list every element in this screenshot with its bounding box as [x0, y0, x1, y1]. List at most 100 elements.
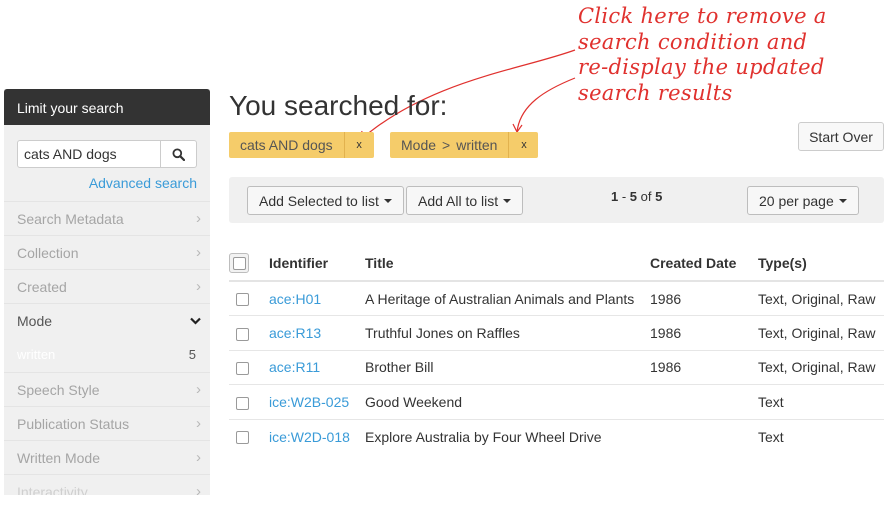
facet-interactivity[interactable]: Interactivity › [4, 474, 210, 495]
facet-written-mode[interactable]: Written Mode › [4, 440, 210, 474]
range-of: of [637, 189, 656, 204]
constraint-value: written [456, 137, 498, 153]
select-all-cell [229, 246, 269, 282]
add-selected-to-list-button[interactable]: Add Selected to list [247, 186, 404, 215]
annotation-arrow-2 [516, 77, 576, 133]
constraint-chip-mode: Mode > written x [390, 132, 539, 158]
caret-down-icon [838, 198, 847, 203]
row-checkbox[interactable] [236, 293, 249, 307]
identifier-link[interactable]: ace:R13 [269, 325, 321, 341]
chevron-down-icon [190, 317, 201, 325]
range-end: 5 [629, 189, 638, 204]
row-created [650, 384, 758, 420]
constraint-label[interactable]: Mode > written [390, 132, 508, 158]
row-title: Good Weekend [365, 384, 650, 420]
facet-publication-status[interactable]: Publication Status › [4, 406, 210, 440]
per-page-label: 20 per page [759, 192, 834, 209]
search-input[interactable] [17, 140, 161, 168]
facet-label: Search Metadata [17, 210, 124, 227]
annotation-line: search condition and [578, 29, 808, 54]
chevron-right-icon: › [196, 244, 201, 261]
start-over-button[interactable]: Start Over [798, 122, 884, 151]
row-checkbox[interactable] [236, 396, 249, 410]
button-label: Add All to list [418, 192, 499, 209]
results-table: Identifier Title Created Date Type(s) ac… [229, 246, 884, 454]
row-checkbox[interactable] [236, 362, 249, 376]
table-row: ace:R13 Truthful Jones on Raffles 1986 T… [229, 315, 884, 351]
row-types: Text, Original, Raw [758, 281, 884, 316]
column-header-identifier[interactable]: Identifier [269, 246, 365, 282]
constraint-separator: > [442, 137, 451, 153]
row-title: Truthful Jones on Raffles [365, 315, 650, 351]
caret-down-icon [383, 198, 392, 203]
row-created: 1986 [650, 315, 758, 351]
row-checkbox[interactable] [236, 431, 249, 445]
identifier-link[interactable]: ace:R11 [269, 359, 320, 375]
column-header-created[interactable]: Created Date [650, 246, 758, 282]
button-label: Add Selected to list [259, 192, 379, 209]
advanced-search-link[interactable]: Advanced search [89, 175, 197, 191]
row-title: Explore Australia by Four Wheel Drive [365, 428, 602, 445]
identifier-link[interactable]: ice:W2B-025 [269, 394, 349, 410]
constraint-chip-query: cats AND dogs x [229, 132, 374, 158]
range-sep: - [618, 189, 630, 204]
chevron-right-icon: › [196, 278, 201, 295]
annotation-line: re-display the updated [578, 55, 825, 79]
row-title: Brother Bill [365, 350, 650, 385]
facet-value-count: 5 [188, 347, 196, 362]
per-page-dropdown[interactable]: 20 per page [747, 186, 859, 215]
facet-label: Publication Status [17, 415, 130, 432]
facet-label: Mode [17, 312, 53, 329]
table-row: ice:W2D-018 Explore Australia by Four Wh… [229, 419, 884, 454]
facet-value-written[interactable]: written 5 [4, 337, 210, 372]
table-header-row: Identifier Title Created Date Type(s) [229, 246, 884, 282]
facet-list: Search Metadata › Collection › Created ›… [4, 201, 210, 495]
row-created: 1986 [650, 350, 758, 385]
annotation-line: Click here to remove a [578, 4, 827, 28]
facet-search-metadata[interactable]: Search Metadata › [4, 201, 210, 235]
annotation-arrowhead-2 [512, 123, 523, 133]
result-range: 1 - 5 of 5 [611, 189, 662, 204]
row-types: Text [758, 428, 784, 445]
chevron-right-icon: › [196, 483, 201, 495]
chevron-right-icon: › [196, 381, 201, 398]
facet-label: Written Mode [17, 449, 100, 466]
facet-speech-style[interactable]: Speech Style › [4, 372, 210, 406]
page-title: You searched for: [229, 90, 448, 121]
row-created [650, 419, 758, 454]
results-toolbar: Add Selected to list Add All to list 1 -… [229, 177, 884, 223]
facet-label: Created [17, 278, 67, 295]
help-annotation: Click here to remove a search condition … [578, 4, 888, 106]
facet-label: Interactivity [17, 483, 88, 496]
facet-label: Collection [17, 244, 79, 261]
sidebar-header: Limit your search [4, 89, 210, 125]
facet-mode[interactable]: Mode [4, 303, 210, 337]
caret-down-icon [503, 198, 512, 203]
chevron-right-icon: › [196, 210, 201, 227]
row-types: Text, Original, Raw [758, 350, 884, 385]
sidebar-search [17, 140, 197, 168]
search-button[interactable] [161, 140, 197, 168]
range-total: 5 [655, 189, 663, 204]
facet-collection[interactable]: Collection › [4, 235, 210, 269]
select-all-checkbox[interactable] [229, 253, 249, 273]
add-all-to-list-button[interactable]: Add All to list [406, 186, 524, 215]
table-row: ace:R11 Brother Bill 1986 Text, Original… [229, 350, 884, 385]
facet-created[interactable]: Created › [4, 269, 210, 303]
row-types: Text, Original, Raw [758, 315, 884, 351]
column-header-types[interactable]: Type(s) [758, 246, 884, 282]
search-icon [172, 148, 185, 161]
table-row: ice:W2B-025 Good Weekend Text [229, 384, 884, 420]
column-header-title[interactable]: Title [365, 246, 650, 282]
chevron-right-icon: › [196, 415, 201, 432]
remove-constraint-button[interactable]: x [508, 132, 538, 158]
identifier-link[interactable]: ice:W2D-018 [269, 429, 350, 445]
table-row: ace:H01 A Heritage of Australian Animals… [229, 281, 884, 316]
identifier-link[interactable]: ace:H01 [269, 291, 321, 307]
row-title: A Heritage of Australian Animals and Pla… [365, 281, 650, 316]
chevron-right-icon: › [196, 449, 201, 466]
constraint-label[interactable]: cats AND dogs [229, 132, 344, 158]
row-checkbox[interactable] [236, 327, 249, 341]
checkbox-icon [233, 257, 246, 270]
remove-constraint-button[interactable]: x [343, 132, 374, 158]
